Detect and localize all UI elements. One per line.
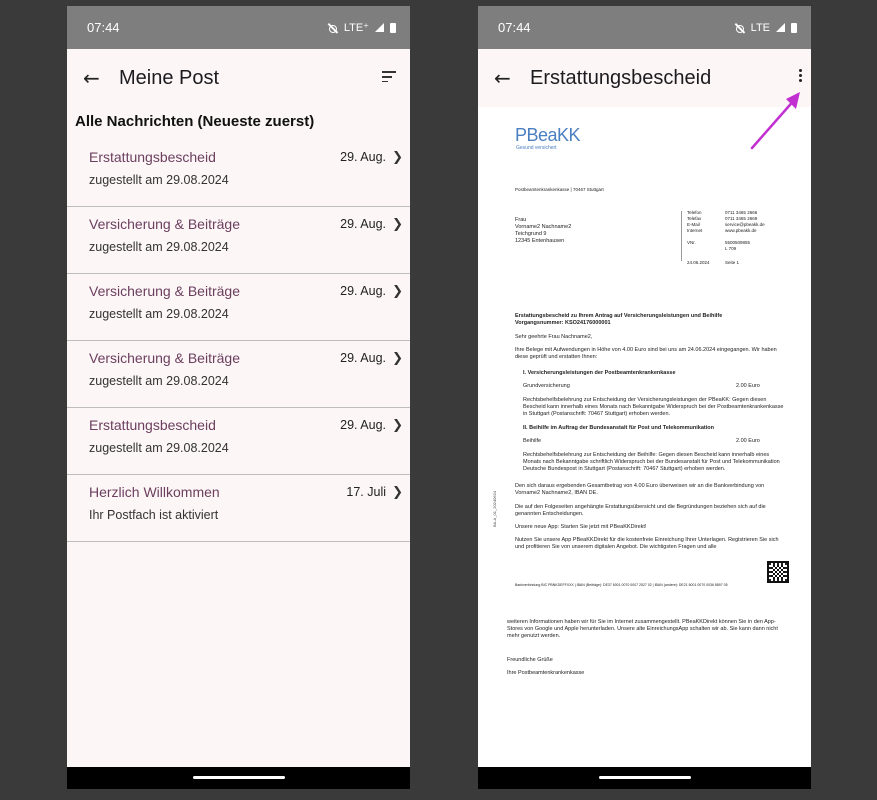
message-date: 29. Aug. xyxy=(340,284,386,298)
message-subtitle: zugestellt am 29.08.2024 xyxy=(89,441,229,455)
status-time: 07:44 xyxy=(498,20,531,35)
message-date: 29. Aug. xyxy=(340,217,386,231)
battery-icon xyxy=(390,22,396,33)
section-2-title: II. Beihilfe im Auftrag der Bundesanstal… xyxy=(523,425,714,431)
message-date: 29. Aug. xyxy=(340,351,386,365)
section-2-item: Beihilfe xyxy=(523,438,542,444)
message-item[interactable]: Erstattungsbescheid zugestellt am 29.08.… xyxy=(67,140,410,207)
home-handle[interactable] xyxy=(598,776,691,779)
sender-line: Postbeamtenkrankenkasse | 70467 Stuttgar… xyxy=(515,187,604,192)
signal-icon xyxy=(375,23,384,32)
app-text: Nutzen Sie unsere App PBeaKKDirekt für d… xyxy=(515,537,779,550)
signature: Ihre Postbeamtenkrankenkasse xyxy=(507,670,585,676)
network-label: LTE⁺ xyxy=(343,22,369,34)
section-1-amount: 2.00 Euro xyxy=(736,383,760,389)
page-title: Erstattungsbescheid xyxy=(530,66,712,89)
pbeakk-logo: PBeaKK xyxy=(515,125,581,145)
page-title: Meine Post xyxy=(119,66,220,89)
message-date: 29. Aug. xyxy=(340,150,386,164)
signal-icon xyxy=(776,23,785,32)
qr-code xyxy=(767,561,789,583)
navigation-bar xyxy=(478,767,811,789)
total-text: Den sich daraus ergebenden Gesamtbetrag … xyxy=(515,483,765,496)
mute-icon xyxy=(735,23,745,33)
more-info-text: weiteren Informationen haben wir für Sie… xyxy=(507,619,778,639)
status-time: 07:44 xyxy=(87,20,120,35)
home-handle[interactable] xyxy=(192,776,285,779)
more-vert-icon[interactable] xyxy=(799,69,803,84)
letter-subject: Erstattungsbescheid zu Ihrem Antrag auf … xyxy=(515,313,723,326)
message-subtitle: Ihr Postfach ist aktiviert xyxy=(89,508,219,522)
message-subtitle: zugestellt am 29.08.2024 xyxy=(89,173,229,187)
closing: Freundliche Grüße xyxy=(507,657,553,663)
message-item[interactable]: Versicherung & Beiträge zugestellt am 29… xyxy=(67,207,410,274)
message-subtitle: zugestellt am 29.08.2024 xyxy=(89,240,229,254)
phone-screen-left: 07:44 LTE⁺ ← Meine Post Alle Nachrichten… xyxy=(67,6,410,789)
chevron-right-icon: ❯ xyxy=(392,418,403,433)
intro-text: Ihre Belege mit Aufwendungen in Höhe von… xyxy=(515,347,777,360)
chevron-right-icon: ❯ xyxy=(392,284,403,299)
section-2-amount: 2.00 Euro xyxy=(736,438,760,444)
greeting: Sehr geehrte Frau Nachname2, xyxy=(515,334,593,340)
logo-tagline: Gesund versichert xyxy=(516,145,557,151)
message-date: 17. Juli xyxy=(346,485,386,499)
mute-icon xyxy=(328,23,338,33)
message-item[interactable]: Erstattungsbescheid zugestellt am 29.08.… xyxy=(67,408,410,475)
message-date: 29. Aug. xyxy=(340,418,386,432)
section-1-title: I. Versicherungsleistungen der Postbeamt… xyxy=(523,370,676,376)
status-bar: 07:44 LTE xyxy=(478,6,811,49)
battery-icon xyxy=(791,22,797,33)
sort-icon[interactable] xyxy=(382,71,396,85)
message-title: Herzlich Willkommen xyxy=(89,484,220,500)
section-1-item: Grundversicherung xyxy=(523,383,570,389)
contact-labels: Telefon Telefax E-Mail Internet VNr. 24.… xyxy=(687,210,710,265)
app-bar: ← Meine Post xyxy=(67,49,410,107)
chevron-right-icon: ❯ xyxy=(392,485,403,500)
network-label: LTE xyxy=(750,21,770,34)
message-subtitle: zugestellt am 29.08.2024 xyxy=(89,374,229,388)
chevron-right-icon: ❯ xyxy=(392,351,403,366)
message-item[interactable]: Versicherung & Beiträge zugestellt am 29… xyxy=(67,341,410,408)
chevron-right-icon: ❯ xyxy=(392,150,403,165)
app-headline: Unsere neue App: Starten Sie jetzt mit P… xyxy=(515,524,647,530)
annotation-arrow-icon xyxy=(750,92,800,150)
back-arrow-icon[interactable]: ← xyxy=(83,66,119,90)
contact-values: 0711 3465 2666 0711 3465 2669 service@pb… xyxy=(725,210,765,265)
chevron-right-icon: ❯ xyxy=(392,217,403,232)
message-item[interactable]: Herzlich Willkommen Ihr Postfach ist akt… xyxy=(67,475,410,542)
section-title: Alle Nachrichten (Neueste zuerst) xyxy=(75,113,315,130)
recipient-address: Frau Vorname2 Nachname2 Teichgrund 9 123… xyxy=(515,217,572,244)
contact-divider xyxy=(681,211,682,261)
section-1-text: Rechtsbehelfsbelehrung zur Entscheidung … xyxy=(523,397,784,417)
attachments-text: Die auf den Folgeseiten angehängte Ersta… xyxy=(515,504,766,517)
back-arrow-icon[interactable]: ← xyxy=(494,66,530,90)
message-subtitle: zugestellt am 29.08.2024 xyxy=(89,307,229,321)
bank-footer: Bankverbindung BIC PBNKDEFFXXX | IBAN (B… xyxy=(515,583,728,587)
status-bar: 07:44 LTE⁺ xyxy=(67,6,410,49)
section-2-text: Rechtsbehelfsbelehrung zur Entscheidung … xyxy=(523,452,780,472)
document-preview[interactable]: PBeaKK Gesund versichert Postbeamtenkran… xyxy=(478,107,811,767)
message-list: Erstattungsbescheid zugestellt am 29.08.… xyxy=(67,140,410,542)
navigation-bar xyxy=(67,767,410,789)
message-item[interactable]: Versicherung & Beiträge zugestellt am 29… xyxy=(67,274,410,341)
document-side-code: BA-A_01_20240624 xyxy=(492,490,497,527)
